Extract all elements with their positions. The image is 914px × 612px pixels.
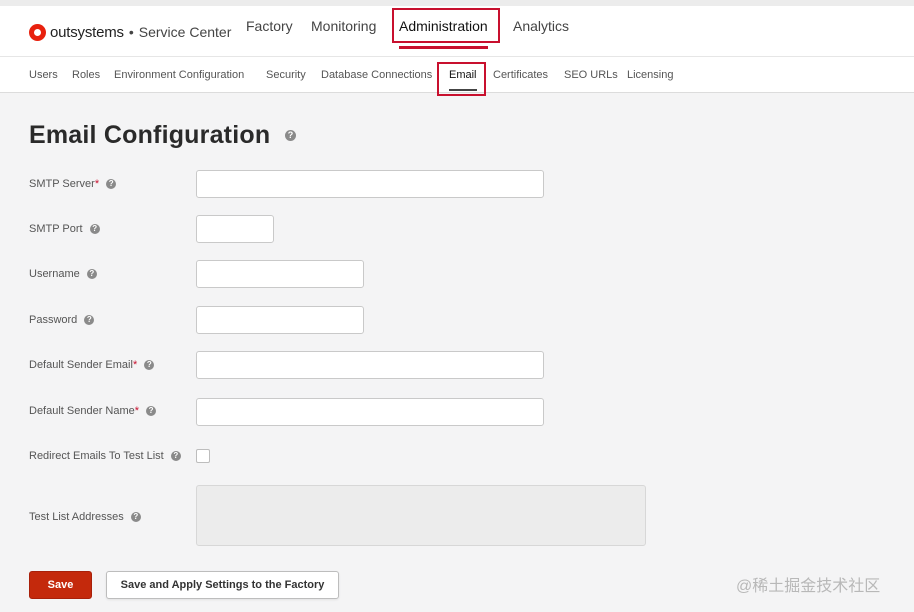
brand-name: outsystems (50, 23, 124, 41)
product-name: Service Center (138, 24, 232, 40)
sub-nav-seo-urls[interactable]: SEO URLs (564, 65, 618, 85)
required-marker: * (134, 405, 140, 417)
sub-nav-users[interactable]: Users (29, 65, 58, 85)
username-input[interactable] (196, 260, 364, 288)
email-highlight-box (437, 62, 486, 96)
help-icon[interactable]: ? (84, 315, 95, 326)
required-marker: * (94, 178, 100, 190)
help-icon[interactable]: ? (146, 406, 157, 417)
password-label-text: Password (29, 314, 78, 326)
smtp-server-label: SMTP Server* ? (29, 177, 117, 191)
help-icon[interactable]: ? (86, 269, 97, 280)
watermark-text: @稀土掘金技术社区 (736, 578, 881, 595)
save-and-apply-button[interactable]: Save and Apply Settings to the Factory (106, 571, 339, 599)
help-icon[interactable]: ? (106, 179, 117, 190)
outsystems-logo-icon (29, 23, 46, 41)
help-icon[interactable]: ? (130, 512, 141, 523)
test-list-addresses-label-text: Test List Addresses (29, 511, 124, 523)
smtp-server-label-text: SMTP Server (29, 178, 95, 190)
sub-nav-licensing[interactable]: Licensing (627, 65, 673, 85)
default-sender-name-label: Default Sender Name* ? (29, 404, 157, 418)
username-label: Username ? (29, 267, 97, 281)
required-marker: * (132, 359, 138, 371)
username-label-text: Username (29, 268, 80, 280)
test-list-addresses-textarea[interactable] (196, 485, 646, 546)
help-icon[interactable]: ? (144, 360, 155, 371)
sub-nav-roles[interactable]: Roles (72, 65, 100, 85)
save-button[interactable]: Save (29, 571, 92, 599)
main-nav-factory[interactable]: Factory (246, 10, 293, 42)
default-sender-email-label-text: Default Sender Email (29, 359, 133, 371)
smtp-port-input[interactable] (196, 215, 274, 243)
sub-nav-security[interactable]: Security (266, 65, 306, 85)
sub-nav-environment-configuration[interactable]: Environment Configuration (114, 65, 244, 85)
brand-separator: • (128, 24, 134, 40)
redirect-emails-checkbox[interactable] (196, 449, 210, 463)
page-title: Email Configuration (29, 121, 271, 149)
subnav-divider (0, 56, 914, 57)
redirect-emails-label: Redirect Emails To Test List ? (29, 449, 181, 463)
help-icon[interactable]: ? (89, 224, 100, 235)
redirect-emails-label-text: Redirect Emails To Test List (29, 450, 164, 462)
main-nav-analytics[interactable]: Analytics (513, 10, 569, 42)
default-sender-name-label-text: Default Sender Name (29, 405, 135, 417)
title-help-icon[interactable]: ? (285, 130, 296, 141)
brand-logo[interactable]: outsystems • Service Center (29, 23, 231, 41)
help-icon[interactable]: ? (170, 451, 181, 462)
test-list-addresses-label: Test List Addresses ? (29, 510, 141, 524)
sub-nav-database-connections[interactable]: Database Connections (321, 65, 432, 85)
password-input[interactable] (196, 306, 364, 334)
smtp-server-input[interactable] (196, 170, 544, 198)
smtp-port-label: SMTP Port ? (29, 222, 100, 236)
default-sender-email-input[interactable] (196, 351, 544, 379)
administration-highlight-box (392, 8, 500, 43)
main-nav-monitoring[interactable]: Monitoring (311, 10, 376, 42)
password-label: Password ? (29, 313, 95, 327)
sub-nav-certificates[interactable]: Certificates (493, 65, 548, 85)
smtp-port-label-text: SMTP Port (29, 223, 83, 235)
default-sender-name-input[interactable] (196, 398, 544, 426)
default-sender-email-label: Default Sender Email* ? (29, 358, 155, 372)
